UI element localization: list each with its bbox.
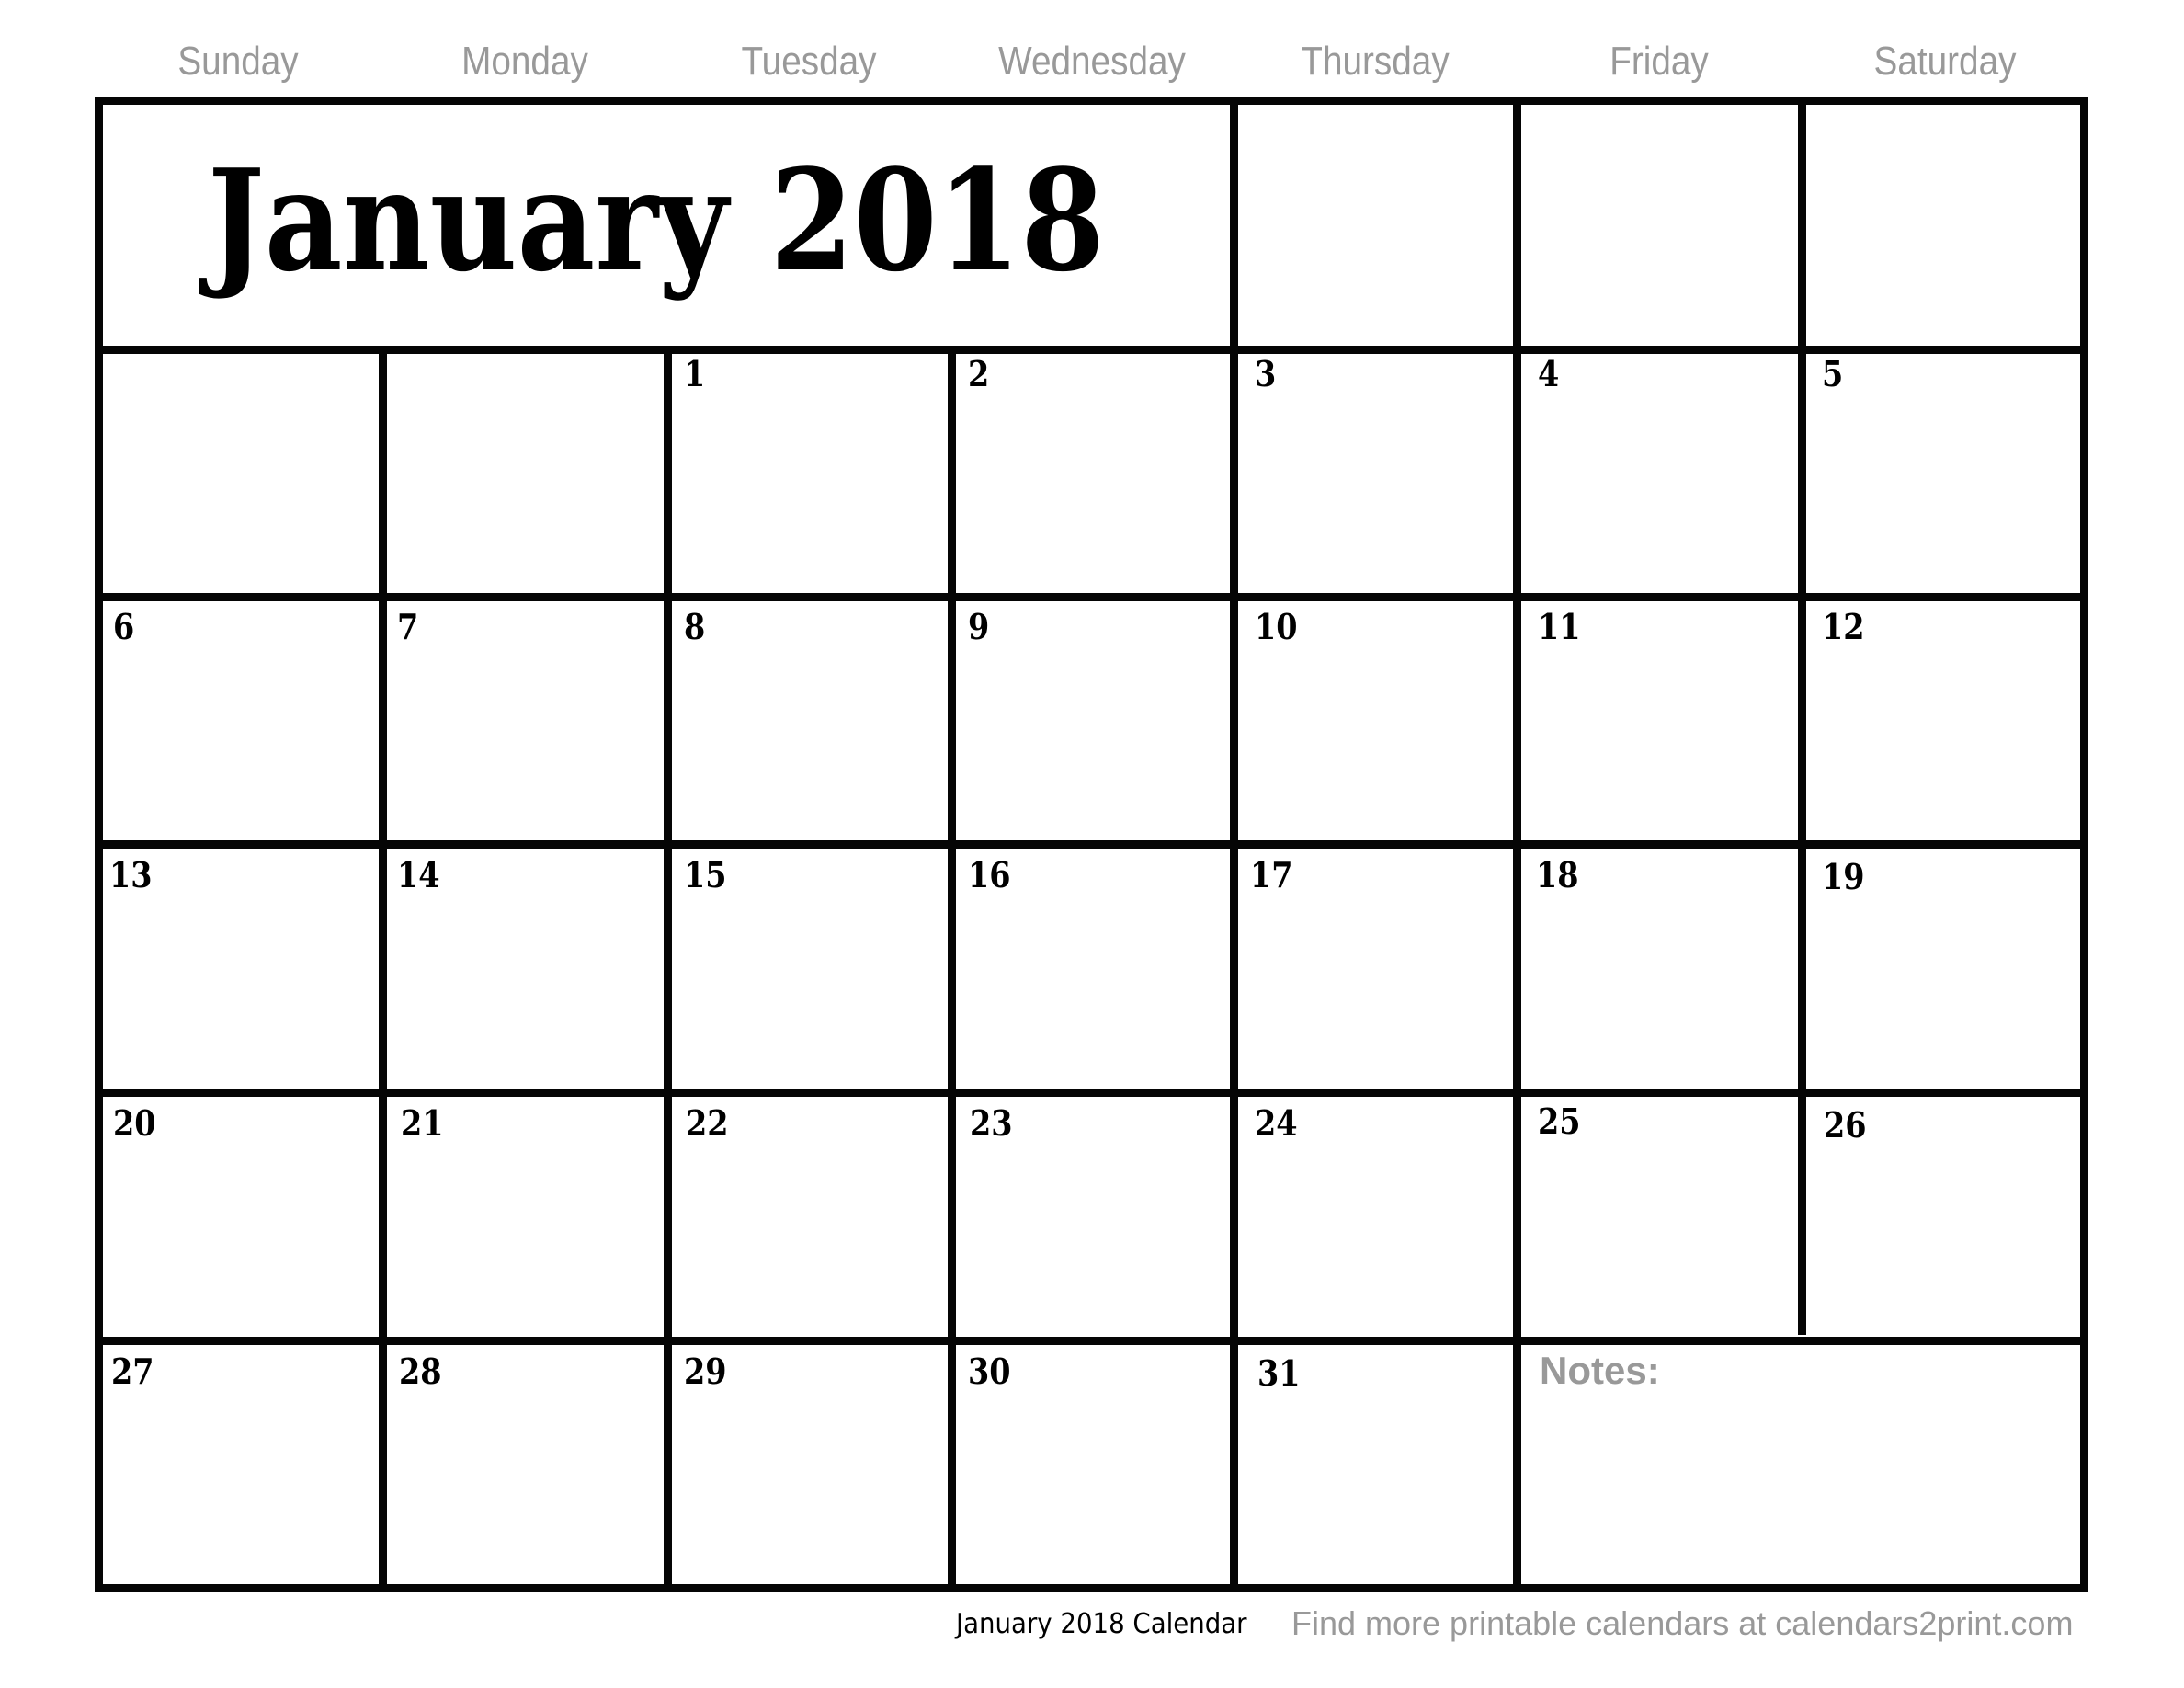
row-divider — [95, 840, 2088, 849]
column-divider — [379, 346, 387, 1592]
footer-calendar-label: January 2018 Calendar — [956, 1608, 1247, 1640]
footer-promo-link[interactable]: Find more printable calendars at calenda… — [1291, 1605, 2073, 1642]
day-cell-number[interactable]: 13 — [109, 855, 153, 895]
day-cell-number[interactable]: 5 — [1822, 354, 1843, 394]
day-cell-number[interactable]: 3 — [1255, 354, 1276, 394]
grid-border-top — [95, 97, 2088, 105]
day-cell-number[interactable]: 12 — [1822, 607, 1865, 647]
weekday-thursday: Thursday — [1301, 39, 1450, 84]
weekday-wednesday: Wednesday — [998, 39, 1186, 84]
day-cell-number[interactable]: 7 — [397, 607, 418, 647]
day-cell-number[interactable]: 28 — [399, 1352, 442, 1392]
column-divider — [1798, 97, 1806, 354]
day-cell-number[interactable]: 8 — [684, 607, 705, 647]
column-divider — [1230, 346, 1238, 1592]
day-cell-number[interactable]: 21 — [401, 1103, 444, 1144]
weekday-saturday: Saturday — [1873, 39, 2017, 84]
day-cell-number[interactable]: 25 — [1538, 1101, 1581, 1142]
column-divider — [1513, 97, 1521, 354]
column-divider — [1513, 346, 1521, 1592]
day-cell-number[interactable]: 20 — [113, 1103, 156, 1144]
notes-area[interactable] — [1521, 1345, 2080, 1584]
day-cell-number[interactable]: 11 — [1538, 607, 1581, 647]
day-cell-number[interactable]: 1 — [684, 354, 705, 394]
row-divider — [95, 593, 2088, 601]
day-cell-number[interactable]: 23 — [970, 1103, 1013, 1144]
day-cell-number[interactable]: 2 — [968, 354, 989, 394]
grid-border-bottom — [95, 1584, 2088, 1592]
weekday-monday: Monday — [461, 39, 588, 84]
day-cell-number[interactable]: 14 — [397, 855, 440, 895]
column-divider — [664, 346, 672, 1592]
day-cell-number[interactable]: 19 — [1822, 857, 1865, 897]
day-cell-number[interactable]: 4 — [1538, 354, 1559, 394]
day-cell-number[interactable]: 24 — [1255, 1103, 1298, 1144]
month-title: January 2018 — [208, 138, 1105, 302]
day-cell-number[interactable]: 29 — [684, 1352, 727, 1392]
row-divider — [95, 1337, 2088, 1345]
column-divider — [1230, 97, 1238, 354]
day-cell-number[interactable]: 17 — [1250, 855, 1293, 895]
column-divider — [948, 346, 956, 1592]
day-cell-number[interactable]: 15 — [684, 855, 727, 895]
day-cell-number[interactable]: 27 — [111, 1352, 154, 1392]
weekday-sunday: Sunday — [177, 39, 299, 84]
day-cell-number[interactable]: 31 — [1257, 1353, 1301, 1394]
day-cell-number[interactable]: 18 — [1536, 855, 1579, 895]
day-cell-number[interactable]: 22 — [686, 1103, 729, 1144]
row-divider — [95, 346, 2088, 354]
row-divider — [95, 1089, 2088, 1097]
weekday-friday: Friday — [1610, 39, 1709, 84]
weekday-tuesday: Tuesday — [741, 39, 877, 84]
column-divider — [1798, 346, 1806, 1335]
day-cell-number[interactable]: 10 — [1255, 607, 1298, 647]
day-cell-number[interactable]: 30 — [968, 1352, 1011, 1392]
day-cell-number[interactable]: 9 — [968, 607, 989, 647]
day-cell-number[interactable]: 26 — [1824, 1105, 1867, 1146]
day-cell-number[interactable]: 6 — [113, 607, 134, 647]
day-cell-number[interactable]: 16 — [968, 855, 1011, 895]
